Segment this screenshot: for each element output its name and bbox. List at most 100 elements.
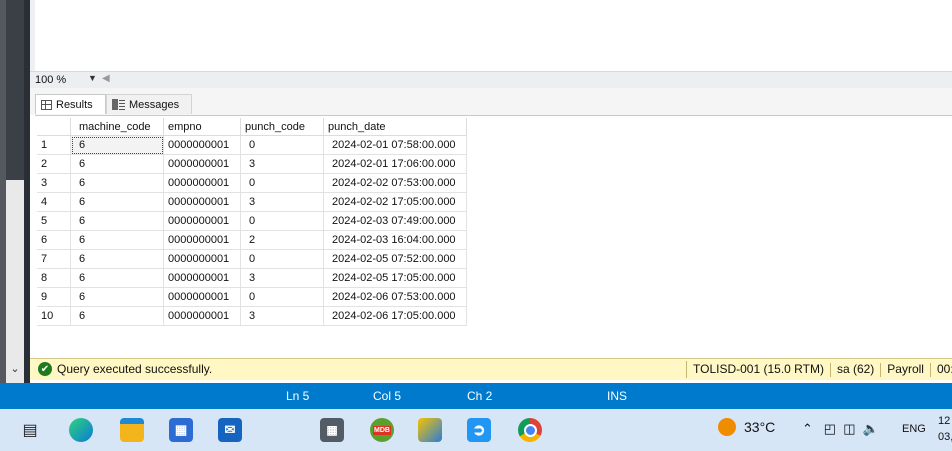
weather-widget[interactable]: 33°C xyxy=(718,418,775,436)
tab-messages[interactable]: Messages xyxy=(106,94,192,114)
results-tabs: Results Messages xyxy=(30,88,952,115)
punch-date-cell[interactable]: 2024-02-01 17:06:00.000 xyxy=(323,154,467,174)
punch-code-cell[interactable]: 3 xyxy=(240,268,324,288)
chrome-icon[interactable] xyxy=(518,418,542,442)
query-editor[interactable] xyxy=(30,0,952,71)
chevron-down-icon[interactable]: ⌄ xyxy=(6,358,24,378)
row-number-header[interactable] xyxy=(37,118,71,136)
punch-date-cell[interactable]: 2024-02-02 17:05:00.000 xyxy=(323,192,467,212)
row-number-cell[interactable]: 5 xyxy=(37,211,71,231)
task-view-icon[interactable]: ▤ xyxy=(18,418,42,442)
runner-app-icon[interactable]: ➲ xyxy=(467,418,491,442)
column-header[interactable]: punch_code xyxy=(240,118,324,136)
machine-code-cell[interactable]: 6 xyxy=(70,211,164,231)
row-number-cell[interactable]: 3 xyxy=(37,173,71,193)
machine-code-cell[interactable]: 6 xyxy=(70,268,164,288)
machine-code-cell[interactable]: 6 xyxy=(70,249,164,269)
zoom-level[interactable]: 100 % xyxy=(35,74,66,86)
punch-code-cell[interactable]: 0 xyxy=(240,287,324,307)
empno-cell[interactable]: 0000000001 xyxy=(163,173,241,193)
machine-code-cell[interactable]: 6 xyxy=(70,306,164,326)
row-number-cell[interactable]: 9 xyxy=(37,287,71,307)
tab-results-label: Results xyxy=(56,98,93,111)
zoom-dropdown-icon[interactable]: ▼ xyxy=(88,73,97,83)
temperature: 33°C xyxy=(744,419,776,435)
table-row[interactable]: 4 6 0000000001 3 2024-02-02 17:05:00.000 xyxy=(37,192,467,212)
table-row[interactable]: 7 6 0000000001 0 2024-02-05 07:52:00.000 xyxy=(37,249,467,269)
column-header[interactable]: machine_code xyxy=(70,118,164,136)
table-row[interactable]: 6 6 0000000001 2 2024-02-03 16:04:00.000 xyxy=(37,230,467,250)
tab-results[interactable]: Results xyxy=(35,94,106,114)
empno-cell[interactable]: 0000000001 xyxy=(163,306,241,326)
punch-code-cell[interactable]: 3 xyxy=(240,154,324,174)
status-divider xyxy=(686,361,687,378)
empno-cell[interactable]: 0000000001 xyxy=(163,192,241,212)
punch-date-cell[interactable]: 2024-02-06 17:05:00.000 xyxy=(323,306,467,326)
punch-date-cell[interactable]: 2024-02-03 07:49:00.000 xyxy=(323,211,467,231)
file-explorer-icon[interactable] xyxy=(120,418,144,442)
database-name: Payroll xyxy=(887,362,924,376)
machine-code-cell[interactable]: 6 xyxy=(70,154,164,174)
punch-code-cell[interactable]: 0 xyxy=(240,173,324,193)
insert-mode-indicator: INS xyxy=(607,389,628,403)
volume-icon[interactable]: 🔈 xyxy=(863,421,879,436)
clock[interactable]: 12 03, xyxy=(938,413,952,445)
machine-code-cell[interactable]: 6 xyxy=(70,173,164,193)
row-number-cell[interactable]: 8 xyxy=(37,268,71,288)
punch-date-cell[interactable]: 2024-02-05 07:52:00.000 xyxy=(323,249,467,269)
row-number-cell[interactable]: 1 xyxy=(37,135,71,155)
punch-code-cell[interactable]: 3 xyxy=(240,192,324,212)
user-name: sa (62) xyxy=(836,362,875,376)
punch-date-cell[interactable]: 2024-02-03 16:04:00.000 xyxy=(323,230,467,250)
scroll-left-icon[interactable]: ◀ xyxy=(102,73,110,84)
system-tray[interactable]: ⌃ ◰ ◫ 🔈 xyxy=(802,421,879,437)
punch-date-cell[interactable]: 2024-02-02 07:53:00.000 xyxy=(323,173,467,193)
machine-code-cell[interactable]: 6 xyxy=(70,192,164,212)
punch-code-cell[interactable]: 0 xyxy=(240,211,324,231)
empno-cell[interactable]: 0000000001 xyxy=(163,249,241,269)
table-row[interactable]: 9 6 0000000001 0 2024-02-06 07:53:00.000 xyxy=(37,287,467,307)
results-grid[interactable]: machine_code empno punch_code punch_date… xyxy=(35,115,952,359)
empno-cell[interactable]: 0000000001 xyxy=(163,230,241,250)
language-indicator[interactable]: ENG xyxy=(902,423,926,435)
mail-icon[interactable]: ✉ xyxy=(218,418,242,442)
network-icon[interactable]: ◫ xyxy=(843,421,855,436)
column-header[interactable]: empno xyxy=(163,118,241,136)
punch-date-cell[interactable]: 2024-02-01 07:58:00.000 xyxy=(323,135,467,155)
punch-date-cell[interactable]: 2024-02-06 07:53:00.000 xyxy=(323,287,467,307)
ssms-icon[interactable] xyxy=(418,418,442,442)
punch-code-cell[interactable]: 3 xyxy=(240,306,324,326)
store-icon[interactable]: ▦ xyxy=(169,418,193,442)
clock-time: 12 xyxy=(938,415,951,427)
machine-code-cell[interactable]: 6 xyxy=(70,287,164,307)
punch-date-cell[interactable]: 2024-02-05 17:05:00.000 xyxy=(323,268,467,288)
table-row[interactable]: 10 6 0000000001 3 2024-02-06 17:05:00.000 xyxy=(37,306,467,326)
device-icon[interactable]: ◰ xyxy=(824,421,836,436)
empno-cell[interactable]: 0000000001 xyxy=(163,211,241,231)
row-number-cell[interactable]: 7 xyxy=(37,249,71,269)
table-row[interactable]: 8 6 0000000001 3 2024-02-05 17:05:00.000 xyxy=(37,268,467,288)
table-row[interactable]: 1 6 0000000001 0 2024-02-01 07:58:00.000 xyxy=(37,135,467,155)
table-row[interactable]: 2 6 0000000001 3 2024-02-01 17:06:00.000 xyxy=(37,154,467,174)
empno-cell[interactable]: 0000000001 xyxy=(163,135,241,155)
empno-cell[interactable]: 0000000001 xyxy=(163,154,241,174)
column-header[interactable]: punch_date xyxy=(323,118,467,136)
row-number-cell[interactable]: 4 xyxy=(37,192,71,212)
punch-code-cell[interactable]: 2 xyxy=(240,230,324,250)
empno-cell[interactable]: 0000000001 xyxy=(163,268,241,288)
punch-code-cell[interactable]: 0 xyxy=(240,135,324,155)
chevron-up-icon[interactable]: ⌃ xyxy=(802,421,813,436)
app-green-icon[interactable]: MDB xyxy=(370,418,394,442)
row-number-cell[interactable]: 6 xyxy=(37,230,71,250)
machine-code-cell[interactable]: 6 xyxy=(70,135,164,155)
row-number-cell[interactable]: 2 xyxy=(37,154,71,174)
punch-code-cell[interactable]: 0 xyxy=(240,249,324,269)
empno-cell[interactable]: 0000000001 xyxy=(163,287,241,307)
table-row[interactable]: 5 6 0000000001 0 2024-02-03 07:49:00.000 xyxy=(37,211,467,231)
table-row[interactable]: 3 6 0000000001 0 2024-02-02 07:53:00.000 xyxy=(37,173,467,193)
row-number-cell[interactable]: 10 xyxy=(37,306,71,326)
calculator-icon[interactable]: ▦ xyxy=(320,418,344,442)
object-explorer-scroll-area[interactable] xyxy=(6,180,24,383)
edge-browser-icon[interactable] xyxy=(69,418,93,442)
machine-code-cell[interactable]: 6 xyxy=(70,230,164,250)
